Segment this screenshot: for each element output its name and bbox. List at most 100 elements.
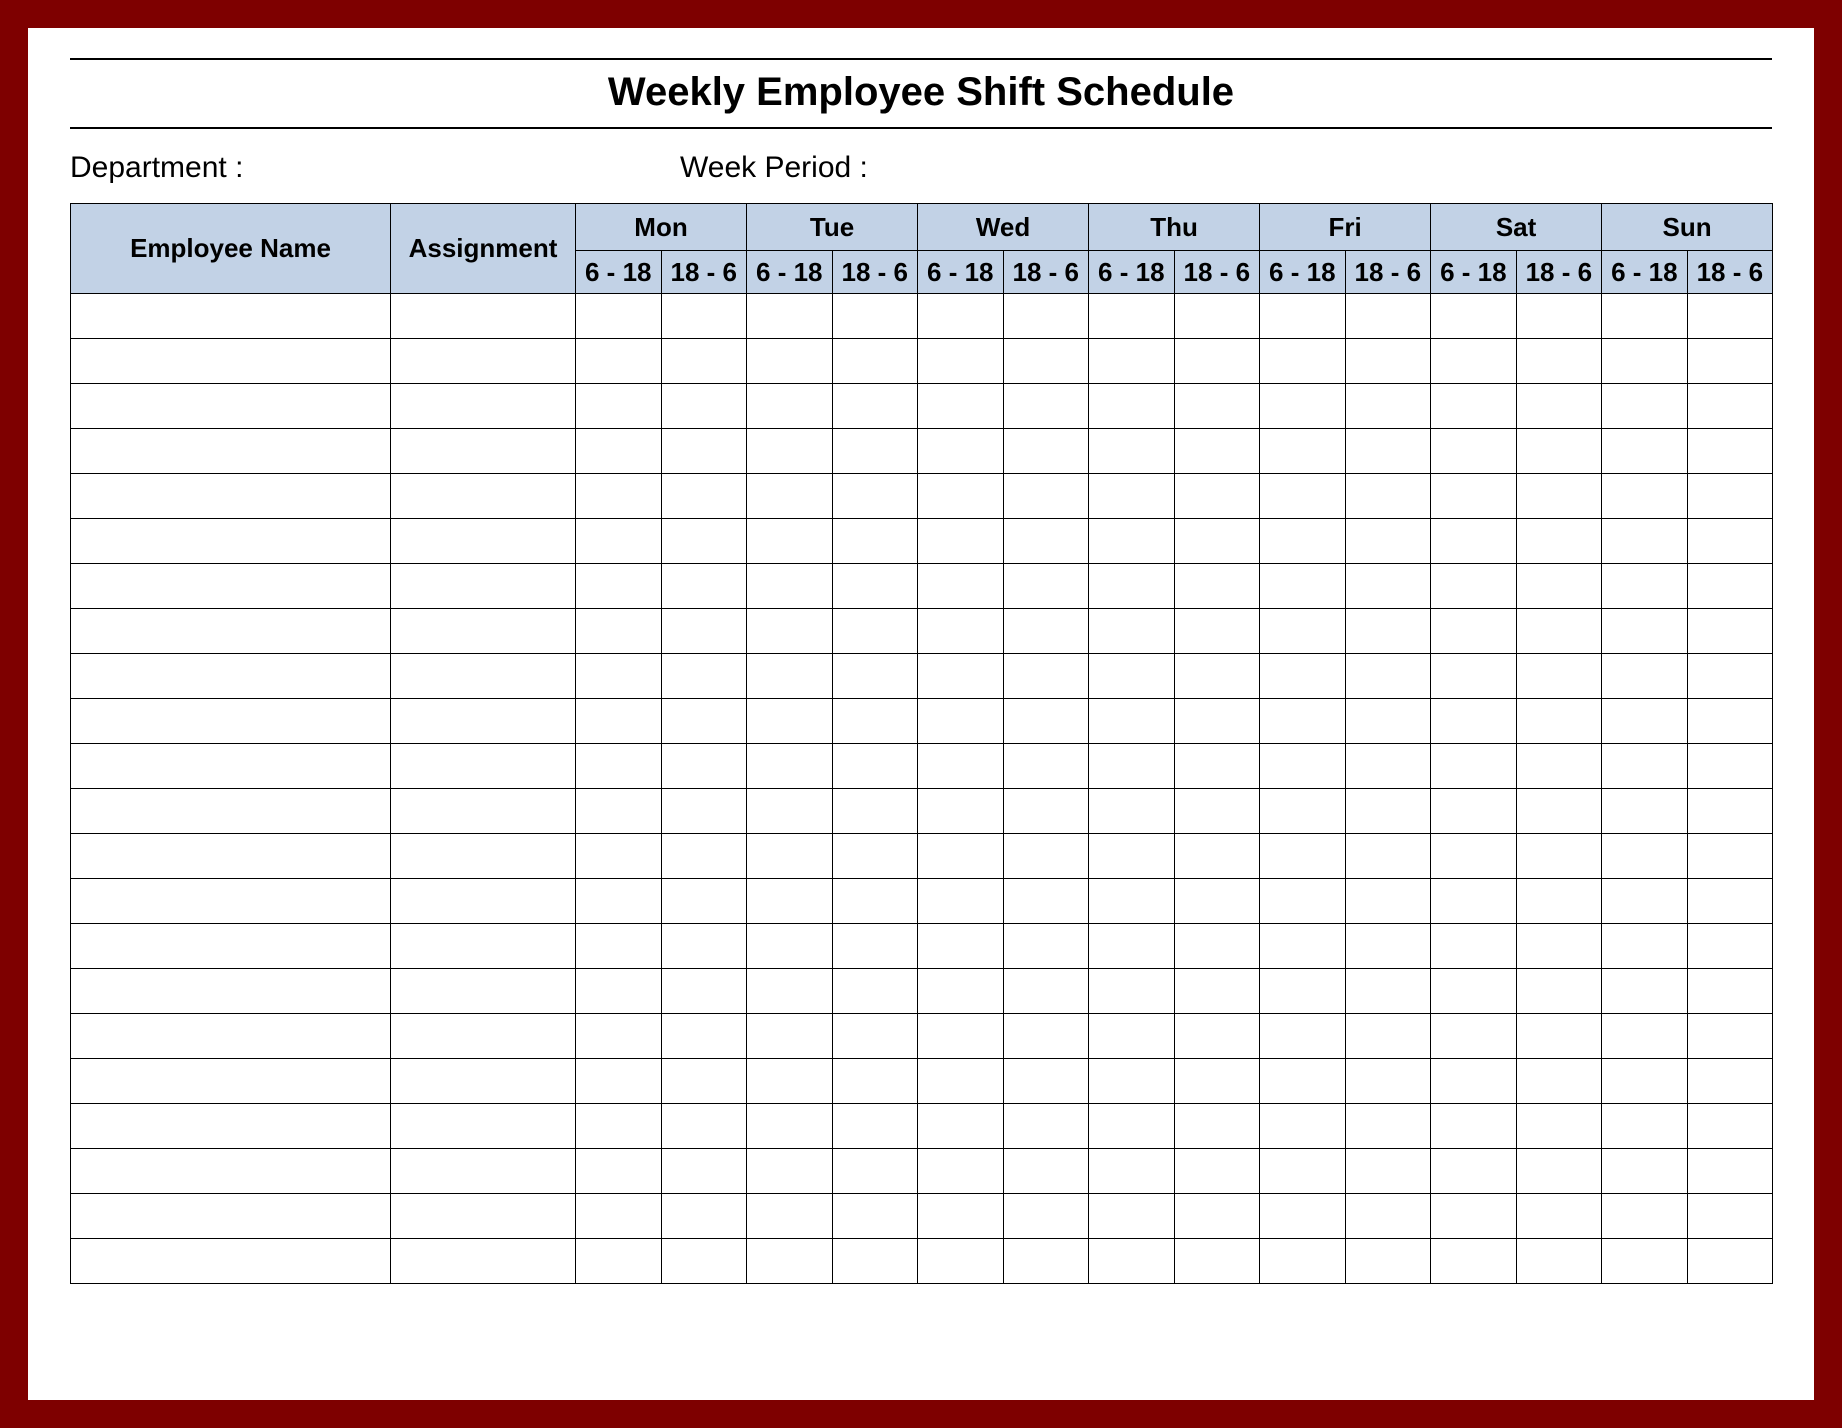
shift-cell[interactable] bbox=[918, 564, 1004, 609]
shift-cell[interactable] bbox=[1089, 1239, 1175, 1284]
assignment-cell[interactable] bbox=[391, 1239, 576, 1284]
assignment-cell[interactable] bbox=[391, 834, 576, 879]
shift-cell[interactable] bbox=[1345, 564, 1431, 609]
shift-cell[interactable] bbox=[1687, 1059, 1773, 1104]
shift-cell[interactable] bbox=[1174, 294, 1260, 339]
shift-cell[interactable] bbox=[1174, 879, 1260, 924]
shift-cell[interactable] bbox=[1260, 429, 1346, 474]
shift-cell[interactable] bbox=[918, 339, 1004, 384]
shift-cell[interactable] bbox=[1260, 564, 1346, 609]
shift-cell[interactable] bbox=[747, 699, 833, 744]
shift-cell[interactable] bbox=[1516, 924, 1602, 969]
shift-cell[interactable] bbox=[1345, 789, 1431, 834]
shift-cell[interactable] bbox=[1602, 474, 1688, 519]
shift-cell[interactable] bbox=[1602, 609, 1688, 654]
shift-cell[interactable] bbox=[1345, 429, 1431, 474]
shift-cell[interactable] bbox=[1516, 654, 1602, 699]
shift-cell[interactable] bbox=[918, 744, 1004, 789]
shift-cell[interactable] bbox=[1003, 834, 1089, 879]
shift-cell[interactable] bbox=[1003, 429, 1089, 474]
shift-cell[interactable] bbox=[1089, 834, 1175, 879]
shift-cell[interactable] bbox=[1089, 1014, 1175, 1059]
shift-cell[interactable] bbox=[1003, 969, 1089, 1014]
shift-cell[interactable] bbox=[1345, 1059, 1431, 1104]
shift-cell[interactable] bbox=[1431, 879, 1517, 924]
shift-cell[interactable] bbox=[1516, 789, 1602, 834]
shift-cell[interactable] bbox=[576, 1149, 662, 1194]
assignment-cell[interactable] bbox=[391, 654, 576, 699]
shift-cell[interactable] bbox=[1003, 1104, 1089, 1149]
employee-name-cell[interactable] bbox=[71, 834, 391, 879]
employee-name-cell[interactable] bbox=[71, 609, 391, 654]
shift-cell[interactable] bbox=[1089, 879, 1175, 924]
shift-cell[interactable] bbox=[1602, 1104, 1688, 1149]
assignment-cell[interactable] bbox=[391, 1014, 576, 1059]
shift-cell[interactable] bbox=[1260, 744, 1346, 789]
shift-cell[interactable] bbox=[576, 744, 662, 789]
shift-cell[interactable] bbox=[832, 654, 918, 699]
shift-cell[interactable] bbox=[1516, 1104, 1602, 1149]
shift-cell[interactable] bbox=[1602, 294, 1688, 339]
shift-cell[interactable] bbox=[832, 1194, 918, 1239]
shift-cell[interactable] bbox=[1431, 1149, 1517, 1194]
shift-cell[interactable] bbox=[576, 339, 662, 384]
shift-cell[interactable] bbox=[1260, 339, 1346, 384]
shift-cell[interactable] bbox=[576, 654, 662, 699]
shift-cell[interactable] bbox=[747, 744, 833, 789]
shift-cell[interactable] bbox=[1089, 789, 1175, 834]
shift-cell[interactable] bbox=[1516, 1239, 1602, 1284]
shift-cell[interactable] bbox=[1345, 969, 1431, 1014]
assignment-cell[interactable] bbox=[391, 474, 576, 519]
shift-cell[interactable] bbox=[1174, 969, 1260, 1014]
shift-cell[interactable] bbox=[1687, 1194, 1773, 1239]
assignment-cell[interactable] bbox=[391, 384, 576, 429]
shift-cell[interactable] bbox=[1260, 969, 1346, 1014]
assignment-cell[interactable] bbox=[391, 609, 576, 654]
shift-cell[interactable] bbox=[918, 879, 1004, 924]
shift-cell[interactable] bbox=[576, 1239, 662, 1284]
shift-cell[interactable] bbox=[1174, 1194, 1260, 1239]
shift-cell[interactable] bbox=[1602, 1014, 1688, 1059]
shift-cell[interactable] bbox=[1260, 1194, 1346, 1239]
shift-cell[interactable] bbox=[1687, 789, 1773, 834]
shift-cell[interactable] bbox=[661, 924, 747, 969]
shift-cell[interactable] bbox=[1003, 1014, 1089, 1059]
shift-cell[interactable] bbox=[661, 879, 747, 924]
shift-cell[interactable] bbox=[1089, 564, 1175, 609]
employee-name-cell[interactable] bbox=[71, 339, 391, 384]
shift-cell[interactable] bbox=[918, 699, 1004, 744]
shift-cell[interactable] bbox=[1602, 519, 1688, 564]
assignment-cell[interactable] bbox=[391, 294, 576, 339]
shift-cell[interactable] bbox=[1687, 384, 1773, 429]
shift-cell[interactable] bbox=[1687, 1014, 1773, 1059]
shift-cell[interactable] bbox=[832, 1104, 918, 1149]
shift-cell[interactable] bbox=[747, 1194, 833, 1239]
shift-cell[interactable] bbox=[1687, 519, 1773, 564]
shift-cell[interactable] bbox=[918, 1149, 1004, 1194]
shift-cell[interactable] bbox=[1345, 609, 1431, 654]
shift-cell[interactable] bbox=[918, 294, 1004, 339]
shift-cell[interactable] bbox=[1174, 474, 1260, 519]
shift-cell[interactable] bbox=[661, 654, 747, 699]
shift-cell[interactable] bbox=[1431, 339, 1517, 384]
shift-cell[interactable] bbox=[576, 564, 662, 609]
shift-cell[interactable] bbox=[661, 969, 747, 1014]
assignment-cell[interactable] bbox=[391, 1149, 576, 1194]
shift-cell[interactable] bbox=[1687, 879, 1773, 924]
shift-cell[interactable] bbox=[1089, 339, 1175, 384]
shift-cell[interactable] bbox=[576, 384, 662, 429]
shift-cell[interactable] bbox=[1174, 699, 1260, 744]
shift-cell[interactable] bbox=[661, 339, 747, 384]
shift-cell[interactable] bbox=[1260, 609, 1346, 654]
employee-name-cell[interactable] bbox=[71, 474, 391, 519]
employee-name-cell[interactable] bbox=[71, 564, 391, 609]
shift-cell[interactable] bbox=[1516, 969, 1602, 1014]
shift-cell[interactable] bbox=[1602, 1239, 1688, 1284]
shift-cell[interactable] bbox=[1345, 924, 1431, 969]
shift-cell[interactable] bbox=[1516, 879, 1602, 924]
shift-cell[interactable] bbox=[661, 699, 747, 744]
shift-cell[interactable] bbox=[1003, 924, 1089, 969]
employee-name-cell[interactable] bbox=[71, 789, 391, 834]
shift-cell[interactable] bbox=[1602, 1194, 1688, 1239]
shift-cell[interactable] bbox=[576, 519, 662, 564]
